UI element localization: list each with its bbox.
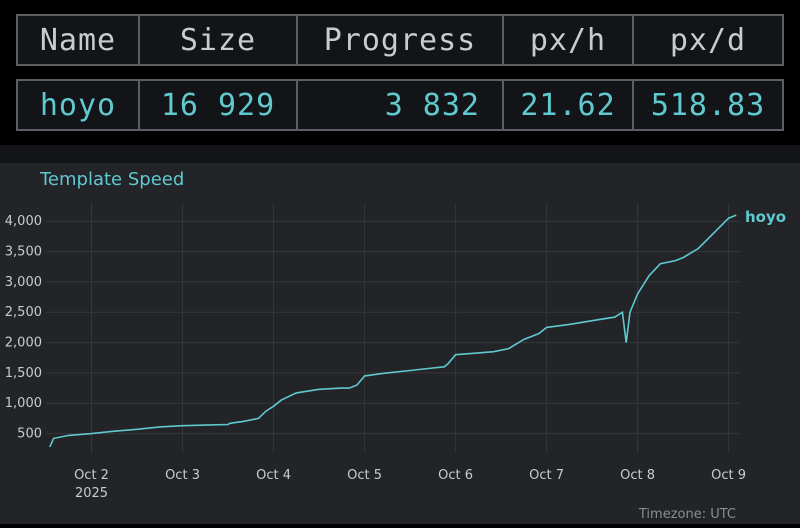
y-tick-label: 1,500 [5, 366, 42, 381]
x-tick-label: Oct 7 [529, 468, 564, 483]
section-divider [0, 145, 800, 163]
grid-lines [46, 203, 740, 453]
y-tick-label: 2,000 [5, 336, 42, 351]
x-tick-label: Oct 3 [165, 468, 200, 483]
x-axis: Oct 2 2025 Oct 3 Oct 4 Oct 5 Oct 6 Oct 7 Oct 8 O… [74, 468, 746, 501]
cell-px-per-hour: 21.62 [502, 79, 634, 131]
y-tick-label: 1,000 [5, 396, 42, 411]
cell-px-per-day: 518.83 [632, 79, 784, 131]
x-tick-label: Oct 6 [438, 468, 473, 483]
series-label-hoyo: hoyo [745, 208, 786, 226]
header-size: Size [138, 14, 298, 66]
cell-name: hoyo [16, 79, 140, 131]
y-tick-label: 500 [17, 427, 42, 442]
x-tick-label: Oct 2 [74, 468, 109, 483]
header-px-per-day: px/d [632, 14, 784, 66]
template-speed-chart: Template Speed 500 1,000 1,500 2,000 2,500 3,… [5, 169, 786, 522]
series-line-hoyo [49, 214, 737, 448]
stats-table: Name Size Progress px/h px/d hoyo 16 929… [0, 0, 800, 145]
x-tick-year-label: 2025 [75, 486, 108, 501]
cell-progress: 3 832 [296, 79, 504, 131]
x-tick-label: Oct 4 [256, 468, 291, 483]
y-tick-label: 2,500 [5, 305, 42, 320]
x-tick-label: Oct 8 [620, 468, 655, 483]
chart-panel: Template Speed 500 1,000 1,500 2,000 2,500 3,… [0, 163, 800, 524]
y-tick-label: 3,000 [5, 275, 42, 290]
header-px-per-hour: px/h [502, 14, 634, 66]
x-tick-label: Oct 5 [347, 468, 382, 483]
y-tick-label: 3,500 [5, 245, 42, 260]
y-tick-label: 4,000 [5, 214, 42, 229]
timezone-footer: Timezone: UTC [638, 507, 736, 522]
chart-title: Template Speed [39, 169, 184, 190]
cell-size: 16 929 [138, 79, 298, 131]
y-axis: 500 1,000 1,500 2,000 2,500 3,000 3,500 4,000 [5, 214, 42, 441]
x-tick-label: Oct 9 [711, 468, 746, 483]
header-progress: Progress [296, 14, 504, 66]
header-name: Name [16, 14, 140, 66]
